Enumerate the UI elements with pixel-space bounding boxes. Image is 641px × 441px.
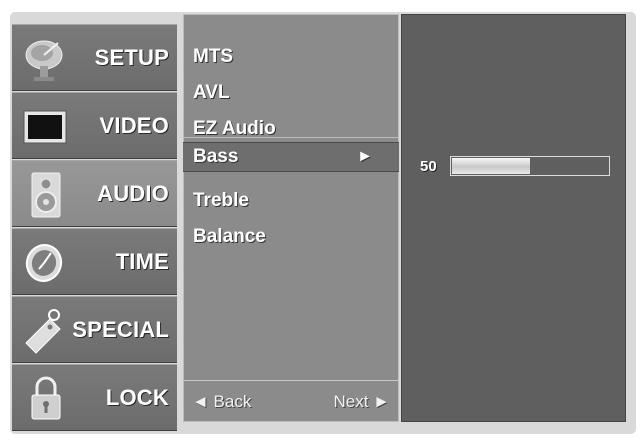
category-label: VIDEO (99, 112, 169, 138)
satellite-dish-icon (25, 40, 63, 81)
category-special[interactable]: SPECIAL (12, 296, 177, 363)
bass-level-fill (452, 158, 530, 174)
menu-item-bass-label: Bass (193, 146, 239, 167)
category-video[interactable]: VIDEO (12, 92, 177, 159)
clock-icon (25, 244, 63, 282)
category-label: SPECIAL (72, 316, 169, 342)
bass-value: 50 (420, 158, 437, 175)
menu-item-avl[interactable]: AVL (193, 82, 230, 104)
category-time[interactable]: TIME (12, 228, 177, 295)
bass-level-bar[interactable] (450, 156, 610, 176)
category-label: TIME (115, 248, 169, 274)
tv-screen-icon (23, 110, 67, 144)
arrow-right-icon: ► (357, 148, 373, 165)
menu-footer: ◄ Back Next ► (183, 380, 399, 422)
menu-item-balance[interactable]: Balance (193, 226, 266, 248)
category-label: AUDIO (97, 180, 169, 206)
category-label: SETUP (94, 44, 169, 70)
category-label: LOCK (105, 384, 169, 410)
menu-item-bass[interactable]: Bass ► (183, 142, 399, 172)
tag-icon (25, 309, 61, 354)
menu-item-ez-audio[interactable]: EZ Audio (193, 118, 276, 140)
audio-menu-panel (183, 14, 399, 422)
back-button[interactable]: ◄ Back (192, 392, 251, 412)
menu-item-mts[interactable]: MTS (193, 46, 233, 68)
padlock-icon (31, 376, 61, 420)
speaker-icon (31, 172, 61, 218)
category-audio[interactable]: AUDIO (12, 160, 177, 227)
category-lock[interactable]: LOCK (12, 364, 177, 431)
value-panel (401, 14, 626, 422)
menu-item-treble[interactable]: Treble (193, 190, 249, 212)
category-setup[interactable]: SETUP (12, 24, 177, 91)
next-button[interactable]: Next ► (333, 392, 390, 412)
